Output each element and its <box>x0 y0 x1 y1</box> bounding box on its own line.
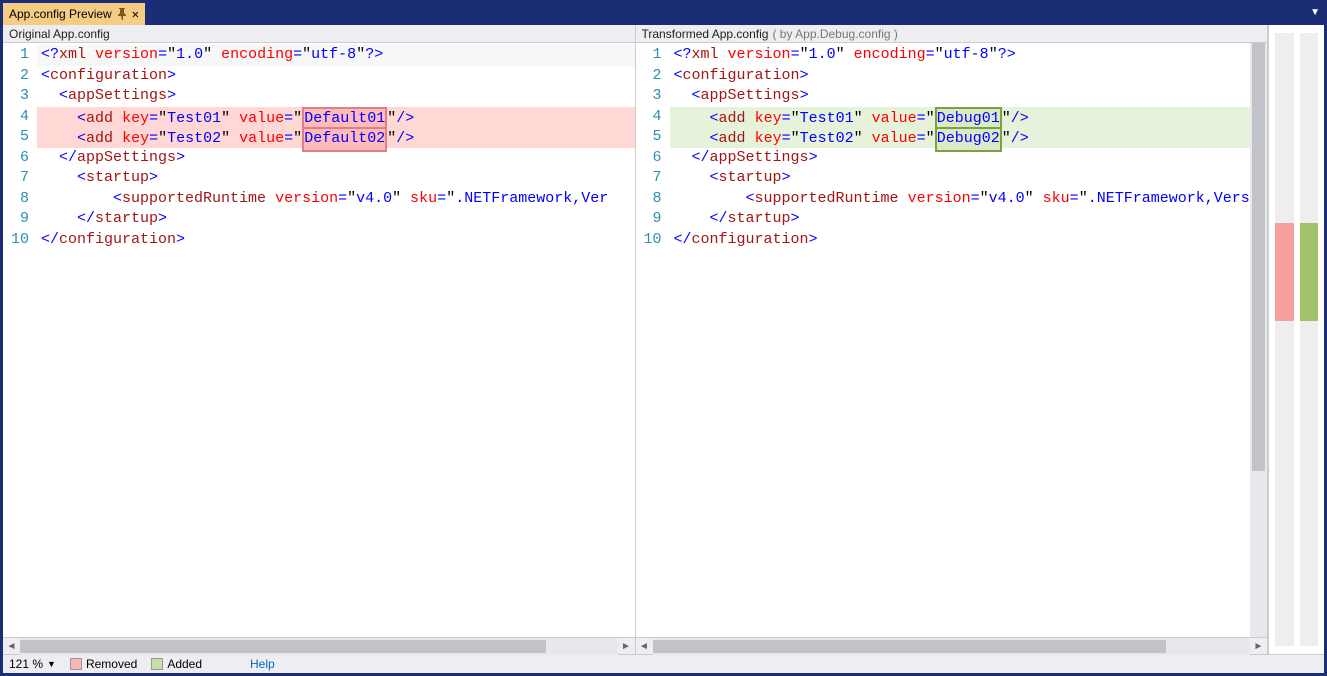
pin-icon[interactable] <box>118 8 126 20</box>
pane-header-original: Original App.config <box>3 25 635 43</box>
legend-removed-label: Removed <box>86 657 137 671</box>
zoom-control[interactable]: 121 % ▼ <box>9 657 56 671</box>
overview-right[interactable] <box>1300 33 1319 646</box>
pane-header-transformed: Transformed App.config ( by App.Debug.co… <box>636 25 1268 43</box>
code-line[interactable]: <configuration> <box>670 66 1268 87</box>
code-line[interactable]: <add key="Test02" value="Debug02"/> <box>670 127 1268 148</box>
editor-original[interactable]: 12345678910 <?xml version="1.0" encoding… <box>3 43 635 637</box>
legend-added: Added <box>151 657 202 671</box>
diff-overview[interactable] <box>1268 25 1324 654</box>
code-line[interactable]: <add key="Test01" value="Default01"/> <box>37 107 635 128</box>
pane-original: Original App.config 12345678910 <?xml ve… <box>3 25 636 654</box>
code-line[interactable]: <configuration> <box>37 66 635 87</box>
removed-swatch-icon <box>70 658 82 670</box>
code-original[interactable]: <?xml version="1.0" encoding="utf-8"?><c… <box>37 43 635 637</box>
tab-appconfig-preview[interactable]: App.config Preview ✕ <box>3 3 145 25</box>
gutter-original: 12345678910 <box>3 43 37 637</box>
legend-added-label: Added <box>167 657 202 671</box>
code-line[interactable]: <startup> <box>670 168 1268 189</box>
code-line[interactable]: </configuration> <box>37 230 635 251</box>
code-line[interactable]: <add key="Test02" value="Default02"/> <box>37 127 635 148</box>
code-line[interactable]: <add key="Test01" value="Debug01"/> <box>670 107 1268 128</box>
hscroll-transformed[interactable]: ◄ ► <box>636 637 1268 654</box>
pane-header-title: Transformed App.config <box>642 27 769 41</box>
pane-transformed: Transformed App.config ( by App.Debug.co… <box>636 25 1269 654</box>
status-bar: 121 % ▼ Removed Added Help <box>3 654 1324 673</box>
code-line[interactable]: <appSettings> <box>670 86 1268 107</box>
code-line[interactable]: <?xml version="1.0" encoding="utf-8"?> <box>670 45 1268 66</box>
legend-removed: Removed <box>70 657 137 671</box>
help-link[interactable]: Help <box>250 657 275 671</box>
code-line[interactable]: <appSettings> <box>37 86 635 107</box>
overview-removed-marker[interactable] <box>1275 223 1294 321</box>
pane-header-title: Original App.config <box>9 27 110 41</box>
tab-title: App.config Preview <box>9 7 112 21</box>
code-line[interactable]: <supportedRuntime version="v4.0" sku=".N… <box>37 189 635 210</box>
scroll-left-icon[interactable]: ◄ <box>3 638 20 655</box>
gutter-transformed: 12345678910 <box>636 43 670 637</box>
code-line[interactable]: <startup> <box>37 168 635 189</box>
close-icon[interactable]: ✕ <box>132 7 139 21</box>
scroll-right-icon[interactable]: ► <box>1250 638 1267 655</box>
editor-transformed[interactable]: 12345678910 <?xml version="1.0" encoding… <box>636 43 1268 637</box>
code-line[interactable]: </configuration> <box>670 230 1268 251</box>
code-line[interactable]: </appSettings> <box>37 148 635 169</box>
overview-left[interactable] <box>1275 33 1294 646</box>
added-swatch-icon <box>151 658 163 670</box>
chevron-down-icon[interactable]: ▼ <box>47 659 56 669</box>
scroll-left-icon[interactable]: ◄ <box>636 638 653 655</box>
vscroll-transformed[interactable] <box>1250 43 1267 637</box>
code-line[interactable]: </startup> <box>670 209 1268 230</box>
code-line[interactable]: <?xml version="1.0" encoding="utf-8"?> <box>37 45 635 66</box>
tab-strip: App.config Preview ✕ ▼ <box>3 3 1324 25</box>
code-transformed[interactable]: <?xml version="1.0" encoding="utf-8"?><c… <box>670 43 1268 637</box>
code-line[interactable]: <supportedRuntime version="v4.0" sku=".N… <box>670 189 1268 210</box>
hscroll-original[interactable]: ◄ ► <box>3 637 635 654</box>
tab-dropdown-icon[interactable]: ▼ <box>1310 7 1320 18</box>
overview-added-marker[interactable] <box>1300 223 1319 321</box>
scroll-right-icon[interactable]: ► <box>618 638 635 655</box>
code-line[interactable]: </startup> <box>37 209 635 230</box>
pane-header-subtitle: ( by App.Debug.config ) <box>772 27 897 41</box>
code-line[interactable]: </appSettings> <box>670 148 1268 169</box>
zoom-value: 121 % <box>9 657 43 671</box>
